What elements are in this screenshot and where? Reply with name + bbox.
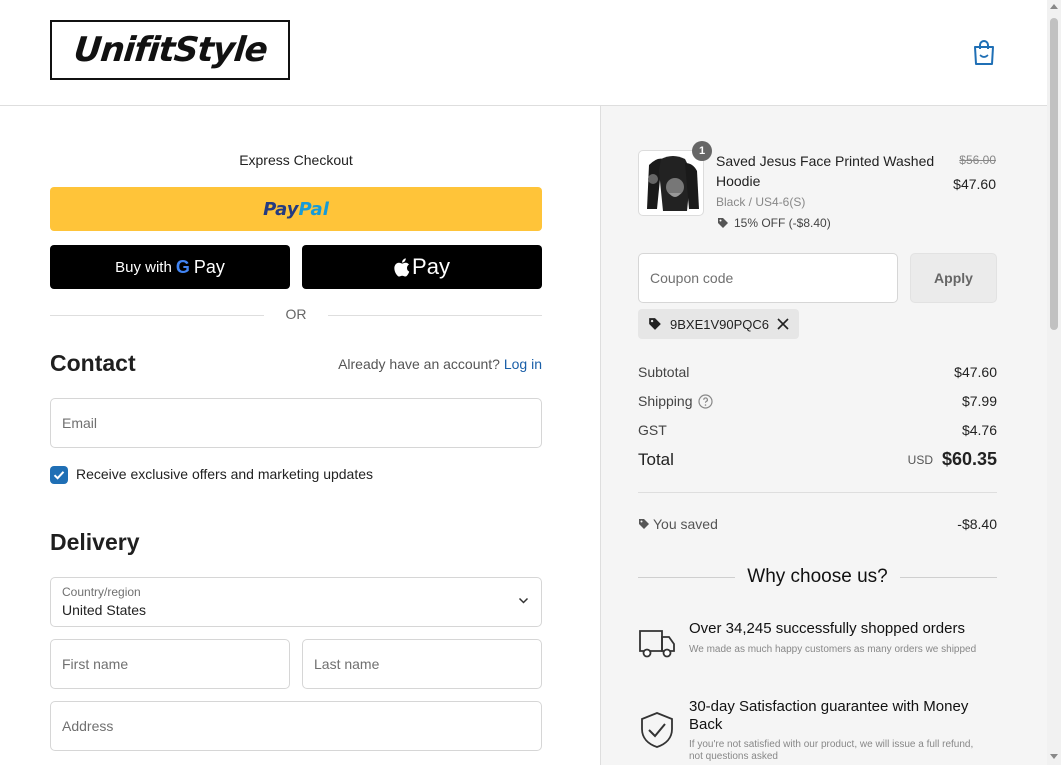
subtotal-label: Subtotal bbox=[638, 364, 690, 380]
contact-heading: Contact bbox=[50, 350, 136, 376]
apple-pay-label: Pay bbox=[412, 254, 450, 279]
shipping-row: Shipping $7.99 bbox=[638, 393, 997, 409]
address-placeholder: Address bbox=[62, 718, 114, 734]
apple-pay-button[interactable]: Pay bbox=[302, 245, 542, 289]
header: UnifitStyle bbox=[0, 0, 1047, 106]
account-prompt-text: Already have an account? bbox=[338, 356, 500, 372]
help-icon[interactable] bbox=[698, 394, 713, 409]
scroll-up-arrow[interactable] bbox=[1050, 4, 1058, 9]
or-label: OR bbox=[285, 306, 307, 322]
last-name-placeholder: Last name bbox=[314, 656, 380, 672]
product-variant: Black / US4-6(S) bbox=[716, 195, 806, 209]
feature-title: Over 34,245 successfully shopped orders bbox=[689, 620, 965, 637]
country-select[interactable]: Country/region United States bbox=[50, 577, 542, 627]
why-choose-us: Why choose us? bbox=[638, 566, 997, 590]
paypal-logo-part1: Pay bbox=[263, 198, 299, 220]
shield-check-icon bbox=[641, 712, 673, 748]
truck-icon bbox=[639, 630, 675, 658]
shopping-bag-icon[interactable] bbox=[972, 40, 996, 66]
price-current: $47.60 bbox=[953, 176, 996, 192]
apply-button[interactable]: Apply bbox=[910, 253, 997, 303]
email-field[interactable]: Email bbox=[50, 398, 542, 448]
address-field[interactable]: Address bbox=[50, 701, 542, 751]
tag-icon bbox=[718, 218, 728, 228]
shipping-label: Shipping bbox=[638, 393, 693, 409]
last-name-field[interactable]: Last name bbox=[302, 639, 542, 689]
google-g-icon: G bbox=[175, 256, 190, 277]
logo-text: UnifitStyle bbox=[71, 30, 269, 70]
checkmark-icon bbox=[53, 471, 65, 480]
feature-desc: If you're not satisfied with our product… bbox=[689, 739, 974, 762]
summary-divider bbox=[638, 492, 997, 493]
scrollbar[interactable] bbox=[1047, 0, 1061, 765]
marketing-checkbox[interactable] bbox=[50, 466, 68, 484]
total-currency: USD bbox=[907, 453, 933, 467]
saved-label: You saved bbox=[653, 516, 718, 532]
hoodie-image bbox=[647, 156, 699, 211]
first-name-field[interactable]: First name bbox=[50, 639, 290, 689]
product-discount: 15% OFF (-$8.40) bbox=[717, 216, 831, 230]
checkout-form: Express Checkout Pay Pal Buy with G Pay P… bbox=[0, 106, 600, 765]
subtotal-row: Subtotal $47.60 bbox=[638, 364, 997, 380]
total-label: Total bbox=[638, 450, 674, 469]
product-discount-text: 15% OFF (-$8.40) bbox=[734, 216, 831, 230]
or-divider: OR bbox=[50, 306, 542, 324]
gst-row: GST $4.76 bbox=[638, 422, 997, 438]
product-thumbnail bbox=[638, 150, 704, 216]
gpay-suffix: Pay bbox=[193, 256, 225, 277]
saved-row: You saved -$8.40 bbox=[638, 516, 997, 532]
paypal-button[interactable]: Pay Pal bbox=[50, 187, 542, 231]
chevron-down-icon bbox=[518, 597, 529, 604]
gst-value: $4.76 bbox=[961, 422, 997, 438]
feature-desc: We made as much happy customers as many … bbox=[689, 644, 977, 655]
gpay-prefix: Buy with bbox=[115, 258, 172, 276]
order-summary: 1 Saved Jesus Face Printed Washed Hoodie… bbox=[600, 106, 1047, 765]
applied-code: 9BXE1V90PQC6 bbox=[670, 316, 770, 332]
scrollbar-thumb[interactable] bbox=[1050, 18, 1058, 330]
coupon-placeholder: Coupon code bbox=[650, 270, 734, 286]
country-value: United States bbox=[62, 602, 147, 618]
express-checkout-title: Express Checkout bbox=[239, 152, 353, 168]
feature-title: 30-day Satisfaction guarantee with Money… bbox=[689, 698, 969, 733]
subtotal-value: $47.60 bbox=[954, 364, 997, 380]
coupon-input[interactable]: Coupon code bbox=[638, 253, 898, 303]
total-row: Total USD $60.35 bbox=[638, 449, 997, 470]
tag-icon bbox=[649, 318, 661, 330]
delivery-heading: Delivery bbox=[50, 529, 140, 555]
close-icon[interactable] bbox=[777, 318, 789, 330]
account-prompt: Already have an account? Log in bbox=[338, 356, 542, 372]
scroll-down-arrow[interactable] bbox=[1050, 754, 1058, 759]
shipping-value: $7.99 bbox=[961, 393, 997, 409]
marketing-label: Receive exclusive offers and marketing u… bbox=[76, 466, 374, 482]
applied-code-tag: 9BXE1V90PQC6 bbox=[638, 309, 800, 339]
tag-icon bbox=[639, 519, 649, 529]
saved-value: -$8.40 bbox=[957, 516, 997, 532]
paypal-logo-part2: Pal bbox=[298, 198, 329, 220]
product-title: Saved Jesus Face Printed Washed Hoodie bbox=[716, 153, 935, 189]
login-link[interactable]: Log in bbox=[504, 356, 542, 372]
email-placeholder: Email bbox=[62, 415, 98, 431]
total-value: $60.35 bbox=[941, 449, 997, 469]
apple-icon bbox=[394, 257, 410, 277]
quantity-badge: 1 bbox=[692, 141, 712, 161]
price-original: $56.00 bbox=[959, 153, 996, 167]
google-pay-button[interactable]: Buy with G Pay bbox=[50, 245, 290, 289]
store-logo[interactable]: UnifitStyle bbox=[50, 20, 290, 80]
country-label: Country/region bbox=[62, 585, 141, 599]
gst-label: GST bbox=[638, 422, 667, 438]
first-name-placeholder: First name bbox=[62, 656, 129, 672]
